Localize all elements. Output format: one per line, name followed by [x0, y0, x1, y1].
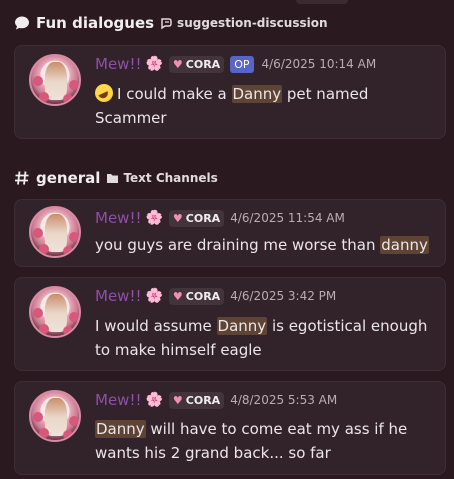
category-name[interactable]: Text Channels — [123, 171, 217, 185]
message-text-pre: I would assume — [95, 317, 217, 335]
folder-icon — [106, 172, 119, 184]
author-name[interactable]: Mew!! — [95, 55, 141, 73]
avatar[interactable] — [29, 206, 81, 258]
message-card[interactable]: Mew!! 🌸 ♥ CORA 4/8/2025 5:53 AM Danny wi… — [14, 381, 446, 475]
message-content: I could make a Danny pet named Scammer — [95, 82, 433, 130]
message-card[interactable]: Mew!! 🌸 ♥ CORA 4/6/2025 11:54 AM you guy… — [14, 199, 446, 267]
message-text-pre: I could make a — [117, 85, 232, 103]
timestamp[interactable]: 4/6/2025 11:54 AM — [230, 211, 345, 225]
author-name[interactable]: Mew!! — [95, 209, 141, 227]
heart-icon: ♥ — [172, 57, 183, 71]
search-highlight: Danny — [216, 317, 268, 335]
rofl-emoji-icon — [95, 84, 113, 102]
heart-icon: ♥ — [172, 289, 183, 303]
server-tag-label: CORA — [185, 393, 221, 407]
avatar[interactable] — [29, 286, 81, 338]
timestamp[interactable]: 4/8/2025 5:53 AM — [230, 393, 337, 407]
server-tag[interactable]: ♥ CORA — [168, 391, 225, 409]
server-tag-label: CORA — [185, 289, 221, 303]
avatar[interactable] — [29, 54, 81, 106]
avatar[interactable] — [29, 390, 81, 442]
channel-title[interactable]: general — [36, 169, 100, 187]
speech-bubble-icon — [14, 15, 30, 31]
server-tag[interactable]: ♥ CORA — [168, 55, 225, 73]
message-card[interactable]: Mew!! 🌸 ♥ CORA OP 4/6/2025 10:14 AM I co… — [14, 45, 446, 139]
message-content: I would assume Danny is egotistical enou… — [95, 314, 433, 362]
message-header: Mew!! 🌸 ♥ CORA OP 4/6/2025 10:14 AM — [95, 54, 376, 74]
channel-section-header[interactable]: general Text Channels — [14, 169, 218, 187]
server-tag[interactable]: ♥ CORA — [168, 209, 225, 227]
op-badge: OP — [230, 55, 254, 73]
message-text-pre: you guys are draining me worse than — [95, 236, 381, 254]
cherry-blossom-icon: 🌸 — [145, 392, 163, 408]
thread-title[interactable]: Fun dialogues — [36, 14, 154, 32]
search-highlight: Danny — [95, 420, 146, 438]
thread-icon — [160, 17, 173, 30]
thread-section-header[interactable]: Fun dialogues suggestion-discussion — [14, 14, 328, 32]
heart-icon: ♥ — [172, 393, 183, 407]
parent-channel-name[interactable]: suggestion-discussion — [177, 16, 327, 30]
timestamp[interactable]: 4/6/2025 10:14 AM — [262, 57, 377, 71]
cherry-blossom-icon: 🌸 — [145, 210, 163, 226]
server-tag[interactable]: ♥ CORA — [168, 287, 225, 305]
search-highlight: Danny — [231, 85, 283, 103]
top-bar-fragment — [296, 0, 348, 4]
message-content: Danny will have to come eat my ass if he… — [95, 417, 433, 465]
message-content: you guys are draining me worse than dann… — [95, 233, 433, 257]
heart-icon: ♥ — [172, 211, 183, 225]
timestamp[interactable]: 4/6/2025 3:42 PM — [230, 289, 336, 303]
cherry-blossom-icon: 🌸 — [145, 56, 163, 72]
author-name[interactable]: Mew!! — [95, 391, 141, 409]
server-tag-label: CORA — [185, 211, 221, 225]
hash-icon — [14, 170, 30, 186]
message-header: Mew!! 🌸 ♥ CORA 4/6/2025 11:54 AM — [95, 208, 345, 228]
message-header: Mew!! 🌸 ♥ CORA 4/6/2025 3:42 PM — [95, 286, 336, 306]
search-highlight: danny — [380, 236, 429, 254]
server-tag-label: CORA — [185, 57, 221, 71]
author-name[interactable]: Mew!! — [95, 287, 141, 305]
message-header: Mew!! 🌸 ♥ CORA 4/8/2025 5:53 AM — [95, 390, 337, 410]
cherry-blossom-icon: 🌸 — [145, 288, 163, 304]
message-card[interactable]: Mew!! 🌸 ♥ CORA 4/6/2025 3:42 PM I would … — [14, 277, 446, 371]
